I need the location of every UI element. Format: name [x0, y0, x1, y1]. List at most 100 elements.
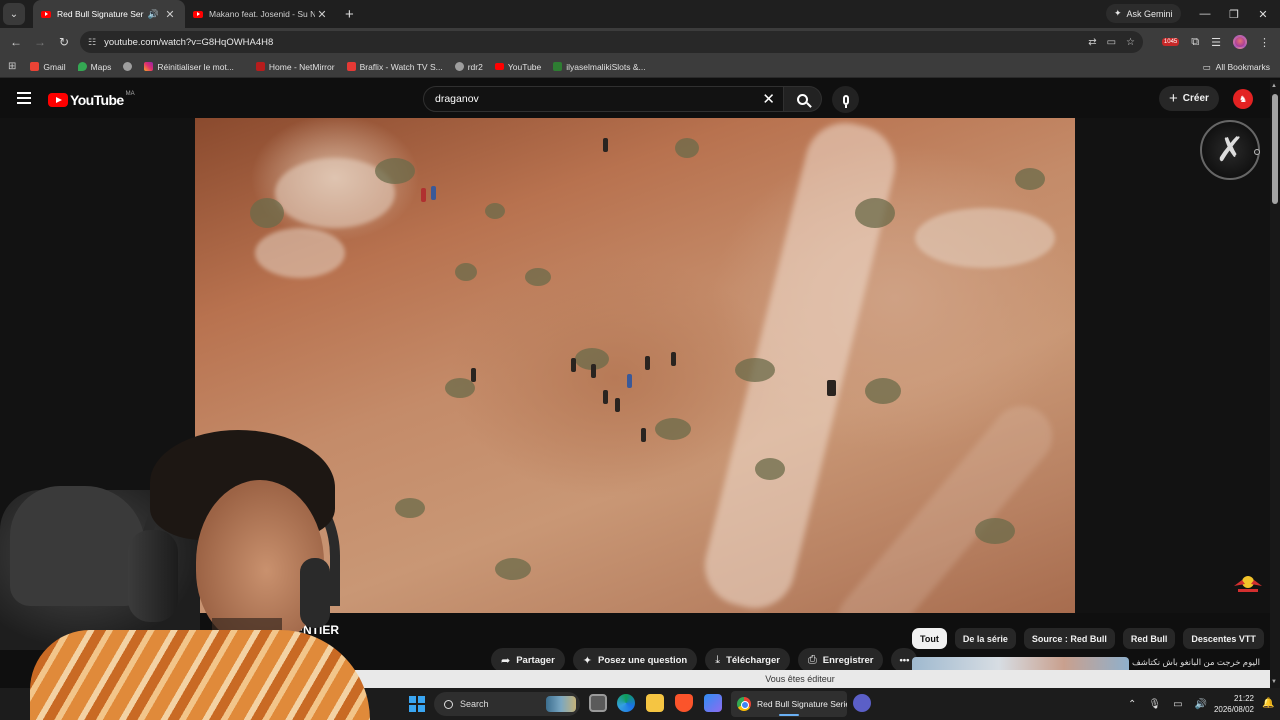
close-tab-icon[interactable]: ✕ — [163, 8, 177, 21]
reading-list-icon[interactable]: ☰ — [1211, 36, 1221, 49]
clear-search-icon[interactable]: ✕ — [762, 90, 775, 108]
taskbar-chrome-window[interactable]: Red Bull Signature Serie — [731, 691, 847, 717]
tab-search-button[interactable]: ⌄ — [3, 3, 25, 25]
video-actions: ➦ Partager ✦ Posez une question ⤓ Télécharg… — [491, 648, 918, 672]
save-button[interactable]: ⎙ Enregistrer — [797, 648, 884, 672]
network-icon[interactable]: ▭ — [1173, 699, 1182, 710]
related-video-title[interactable]: اليوم خرجت من البانغو باش نكتاشف — [1132, 657, 1260, 668]
related-video-thumbnail[interactable] — [912, 657, 1129, 670]
chevron-up-icon[interactable]: ⌃ — [1128, 699, 1136, 710]
teams-icon[interactable] — [853, 694, 871, 712]
bookmark-star-icon[interactable]: ☆ — [1126, 37, 1135, 48]
bush — [755, 458, 785, 480]
youtube-masthead: YouTube MA draganov ✕ + Créer ♞ — [0, 80, 1270, 118]
share-button[interactable]: ➦ Partager — [491, 648, 565, 672]
speaker-icon[interactable]: 🔊 — [148, 9, 159, 20]
back-icon[interactable]: ← — [4, 35, 28, 49]
search-icon — [444, 699, 453, 709]
bookmark-gmail[interactable]: Gmail — [30, 62, 66, 72]
bookmark-label: Réinitialiser le mot... — [157, 61, 234, 72]
headphone-cup-right — [300, 558, 330, 628]
restore-icon[interactable]: ❐ — [1219, 0, 1249, 28]
taskbar-search-label: Search — [460, 699, 489, 709]
spectator — [645, 356, 650, 370]
tab-makano[interactable]: Makano feat. Josenid - Su Nom ✕ — [185, 0, 337, 28]
bookmark-maps[interactable]: Maps — [77, 62, 111, 72]
apps-grid-icon[interactable]: ⊞ — [8, 61, 16, 72]
task-view-icon[interactable] — [589, 694, 607, 712]
chip-all[interactable]: Tout — [912, 628, 947, 649]
taskbar-clock[interactable]: 21:22 2026/08/02 — [1208, 693, 1254, 715]
extensions-icon[interactable]: ⧉ — [1191, 36, 1199, 49]
create-button[interactable]: + Créer — [1159, 86, 1219, 111]
bookmark-globe[interactable] — [123, 62, 133, 71]
editor-notice-text: Vous êtes éditeur — [765, 674, 835, 684]
page-scrollbar[interactable]: ▲ ▼ — [1270, 80, 1280, 688]
reload-icon[interactable]: ↻ — [52, 35, 76, 49]
microphone-icon[interactable]: 🎙 — [1148, 699, 1161, 710]
chip-red-bull[interactable]: Red Bull — [1122, 628, 1176, 649]
chip-from-series[interactable]: De la série — [954, 628, 1016, 649]
related-filter-chips: Tout De la série Source : Red Bull Red B… — [912, 628, 1264, 649]
address-bar[interactable]: ☷ youtube.com/watch?v=G8HqOWHA4H8 ⇄ ▭ ☆ — [80, 31, 1143, 53]
voice-search-button[interactable] — [832, 86, 859, 113]
download-button[interactable]: ⤓ Télécharger — [705, 648, 790, 672]
menu-kebab-icon[interactable]: ⋮ — [1259, 36, 1270, 49]
sparkle-icon: ✦ — [582, 654, 592, 667]
volume-icon[interactable]: 🔊 — [1195, 699, 1207, 710]
cast-icon[interactable]: ▭ — [1107, 37, 1116, 48]
search-icon — [797, 93, 808, 105]
rock-highlight — [915, 208, 1055, 268]
bookmark-slots[interactable]: ilyaselmalikiSlots &... — [553, 61, 646, 72]
minimize-icon[interactable]: — — [1190, 0, 1220, 28]
redbull-avatar-icon: ♞ — [1238, 93, 1248, 104]
extension-badge[interactable]: 1045 — [1161, 38, 1180, 46]
maps-pin-icon — [77, 62, 87, 71]
edge-icon[interactable] — [617, 694, 635, 712]
globe-icon — [123, 62, 133, 71]
windows-start-icon[interactable] — [409, 696, 425, 712]
bookmark-icon: ⎙ — [807, 653, 817, 666]
tab-red-bull[interactable]: Red Bull Signature Series – 🔊 ✕ — [33, 0, 185, 28]
share-label: Partager — [516, 654, 555, 666]
close-window-icon[interactable]: ✕ — [1248, 0, 1278, 28]
translate-icon[interactable]: ⇄ — [1088, 37, 1096, 48]
chip-mtb-descents[interactable]: Descentes VTT — [1183, 628, 1264, 649]
profile-avatar[interactable] — [1233, 35, 1247, 49]
close-tab-icon[interactable]: ✕ — [315, 8, 329, 21]
ask-gemini-button[interactable]: ✦ Ask Gemini — [1106, 4, 1181, 23]
floating-x-extension-button[interactable]: ✗ — [1200, 120, 1260, 180]
site-info-icon[interactable]: ☷ — [88, 37, 96, 48]
search-input[interactable]: draganov ✕ — [423, 86, 784, 112]
scroll-up-icon[interactable]: ▲ — [1271, 83, 1277, 89]
system-tray: ⌃ 🎙 ▭ 🔊 — [1128, 688, 1207, 720]
spectator — [603, 138, 608, 152]
bookmark-label: ilyaselmalikiSlots &... — [566, 61, 646, 72]
bookmark-netmirror[interactable]: Home - NetMirror — [255, 62, 335, 72]
scroll-down-icon[interactable]: ▼ — [1271, 679, 1277, 685]
account-avatar[interactable]: ♞ — [1233, 89, 1253, 109]
youtube-logo[interactable]: YouTube MA — [48, 91, 135, 108]
ask-question-button[interactable]: ✦ Posez une question — [572, 648, 698, 672]
rock-highlight — [255, 228, 345, 278]
notification-bell-icon[interactable]: 🔔 — [1262, 698, 1274, 709]
bush — [1015, 168, 1045, 190]
spectator — [671, 352, 676, 366]
brave-icon[interactable] — [675, 694, 693, 712]
scroll-thumb[interactable] — [1272, 94, 1278, 204]
file-explorer-icon[interactable] — [646, 694, 664, 712]
store-icon[interactable] — [704, 694, 722, 712]
bookmark-rdr2[interactable]: rdr2 — [454, 62, 483, 72]
search-button[interactable] — [784, 86, 822, 112]
search-value: draganov — [435, 93, 479, 105]
forward-icon[interactable]: → — [28, 35, 52, 49]
bush — [675, 138, 699, 158]
all-bookmarks-button[interactable]: ▭ All Bookmarks — [1203, 56, 1270, 78]
bookmark-youtube[interactable]: YouTube — [494, 62, 541, 72]
chip-source-red-bull[interactable]: Source : Red Bull — [1023, 628, 1115, 649]
hamburger-menu-icon[interactable] — [17, 92, 31, 104]
new-tab-icon[interactable]: + — [345, 6, 354, 23]
bookmark-instagram[interactable]: Réinitialiser le mot... — [144, 62, 234, 72]
taskbar-search[interactable]: Search — [434, 692, 580, 716]
bookmark-braflix[interactable]: Braflix - Watch TV S... — [346, 62, 443, 72]
